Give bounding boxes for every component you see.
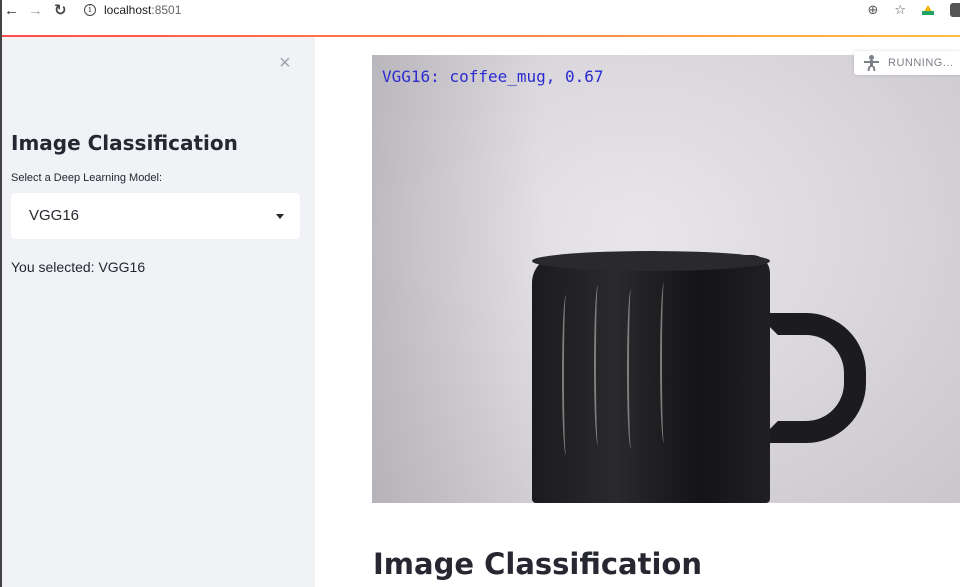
- close-sidebar-button[interactable]: ×: [279, 53, 291, 73]
- mug-pattern-line: [627, 289, 635, 449]
- selected-model-text: You selected: VGG16: [11, 259, 146, 275]
- back-arrow-icon[interactable]: ←: [4, 0, 22, 20]
- browser-toolbar: ← → ↻ i localhost:8501 ⊕ ☆: [2, 0, 960, 36]
- address-bar[interactable]: i localhost:8501: [84, 0, 181, 20]
- drive-icon[interactable]: [922, 5, 934, 15]
- star-icon[interactable]: ☆: [894, 2, 906, 18]
- status-text: RUNNING...: [888, 57, 954, 69]
- forward-arrow-icon[interactable]: →: [28, 0, 46, 20]
- sidebar: × Image Classification Select a Deep Lea…: [2, 37, 315, 587]
- status-badge: RUNNING...: [854, 51, 960, 75]
- webcam-frame: VGG16: coffee_mug, 0.67: [372, 55, 960, 503]
- reload-icon[interactable]: ↻: [54, 0, 72, 20]
- app-window: ← → ↻ i localhost:8501 ⊕ ☆ × Image Class…: [0, 0, 960, 587]
- coffee-mug-image: [532, 255, 770, 503]
- mug-rim: [532, 251, 770, 271]
- mug-pattern-line: [562, 295, 570, 455]
- mug-pattern-line: [594, 285, 602, 445]
- main-content: VGG16: coffee_mug, 0.67 RUNNING... Image…: [315, 37, 960, 587]
- browser-actions: ⊕ ☆: [867, 0, 960, 20]
- model-select-value: VGG16: [29, 207, 80, 224]
- model-select-label: Select a Deep Learning Model:: [11, 172, 163, 184]
- url-host: localhost: [104, 3, 152, 17]
- chevron-down-icon: [276, 214, 284, 219]
- wall-shadow: [372, 55, 542, 503]
- mug-pattern-line: [660, 283, 668, 443]
- mug-handle: [756, 313, 866, 443]
- page-title: Image Classification: [373, 547, 702, 581]
- extension-icon[interactable]: [950, 3, 960, 17]
- info-icon[interactable]: i: [84, 4, 96, 16]
- prediction-overlay: VGG16: coffee_mug, 0.67: [382, 67, 604, 86]
- running-man-icon: [864, 55, 879, 72]
- model-select[interactable]: VGG16: [11, 193, 300, 239]
- sidebar-title: Image Classification: [11, 131, 238, 155]
- zoom-icon[interactable]: ⊕: [867, 2, 878, 18]
- url-port: :8501: [151, 3, 182, 17]
